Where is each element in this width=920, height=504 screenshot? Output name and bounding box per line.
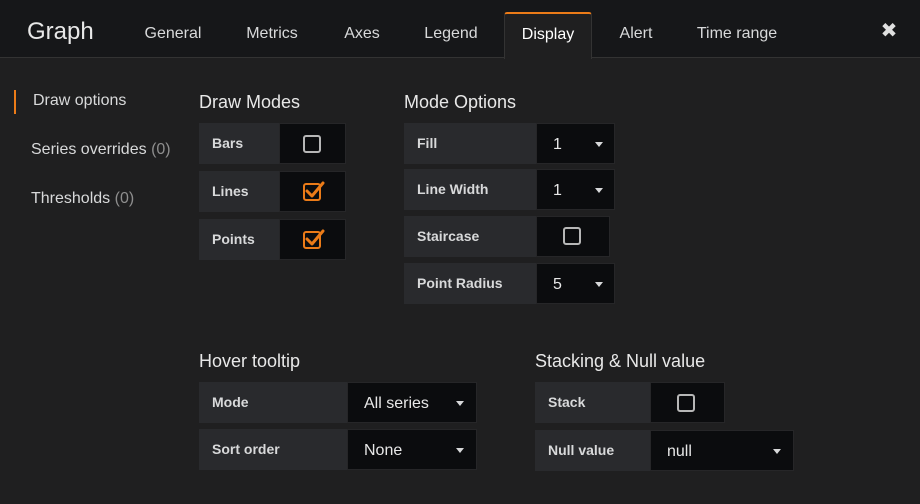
line-width-select[interactable]: 1	[536, 169, 615, 210]
null-value-row: Null value null	[535, 430, 794, 471]
stack-row: Stack	[535, 382, 725, 423]
lines-checkbox[interactable]	[303, 181, 325, 201]
close-icon[interactable]: ✖	[878, 20, 900, 42]
tab-alert[interactable]: Alert	[606, 12, 666, 58]
tab-metrics[interactable]: Metrics	[232, 12, 312, 58]
points-checkbox[interactable]	[303, 229, 325, 249]
tooltip-mode-select[interactable]: All series	[347, 382, 477, 423]
sort-order-value: None	[364, 442, 403, 459]
staircase-checkbox-cell	[536, 216, 610, 257]
mode-options-title: Mode Options	[404, 92, 517, 112]
chevron-down-icon	[595, 188, 603, 193]
lines-label: Lines	[199, 171, 279, 212]
fill-select[interactable]: 1	[536, 123, 615, 164]
null-value-label: Null value	[535, 430, 650, 471]
sidebar-item-thresholds[interactable]: Thresholds (0)	[14, 188, 134, 212]
sidebar-item-count: (0)	[114, 190, 135, 207]
point-radius-label: Point Radius	[404, 263, 536, 304]
staircase-label: Staircase	[404, 216, 536, 257]
points-row: Points	[199, 219, 346, 260]
sidebar-item-label: Series overrides	[31, 141, 147, 158]
null-value-select[interactable]: null	[650, 430, 794, 471]
bars-row: Bars	[199, 123, 346, 164]
panel-title: Graph	[27, 18, 94, 45]
fill-label: Fill	[404, 123, 536, 164]
chevron-down-icon	[456, 448, 464, 453]
tab-legend[interactable]: Legend	[412, 12, 490, 58]
sidebar-item-count: (0)	[151, 141, 171, 158]
lines-checkbox-cell	[279, 171, 346, 212]
tooltip-mode-value: All series	[364, 395, 429, 412]
point-radius-row: Point Radius 5	[404, 263, 615, 304]
checkmark-icon	[305, 229, 325, 246]
fill-row: Fill 1	[404, 123, 615, 164]
sidebar-item-series-overrides[interactable]: Series overrides (0)	[14, 139, 171, 163]
bars-label: Bars	[199, 123, 279, 164]
staircase-checkbox[interactable]	[563, 227, 581, 245]
chevron-down-icon	[456, 401, 464, 406]
line-width-label: Line Width	[404, 169, 536, 210]
tooltip-mode-label: Mode	[199, 382, 347, 423]
tooltip-mode-row: Mode All series	[199, 382, 477, 423]
lines-row: Lines	[199, 171, 346, 212]
points-label: Points	[199, 219, 279, 260]
tab-general[interactable]: General	[132, 12, 214, 58]
sidebar-item-label: Thresholds	[31, 190, 111, 207]
point-radius-select[interactable]: 5	[536, 263, 615, 304]
points-checkbox-cell	[279, 219, 346, 260]
chevron-down-icon	[773, 449, 781, 454]
bars-checkbox-cell	[279, 123, 346, 164]
sort-order-select[interactable]: None	[347, 429, 477, 470]
stack-checkbox-cell	[650, 382, 725, 423]
chevron-down-icon	[595, 282, 603, 287]
point-radius-value: 5	[553, 276, 562, 293]
tab-display[interactable]: Display	[504, 12, 592, 59]
staircase-row: Staircase	[404, 216, 610, 257]
sort-order-label: Sort order	[199, 429, 347, 470]
bars-checkbox[interactable]	[303, 135, 321, 153]
hover-tooltip-title: Hover tooltip	[199, 351, 301, 371]
line-width-row: Line Width 1	[404, 169, 615, 210]
fill-value: 1	[553, 136, 562, 153]
stack-checkbox[interactable]	[677, 394, 695, 412]
sidebar-item-label: Draw options	[33, 92, 127, 109]
null-value-value: null	[667, 443, 692, 460]
chevron-down-icon	[595, 142, 603, 147]
sort-order-row: Sort order None	[199, 429, 477, 470]
checkmark-icon	[305, 181, 325, 198]
tab-axes[interactable]: Axes	[330, 12, 394, 58]
panel-editor-header: Graph General Metrics Axes Legend Displa…	[0, 0, 920, 59]
line-width-value: 1	[553, 182, 562, 199]
stack-label: Stack	[535, 382, 650, 423]
tab-time-range[interactable]: Time range	[684, 12, 790, 58]
draw-modes-title: Draw Modes	[199, 92, 301, 112]
stacking-title: Stacking & Null value	[535, 351, 706, 371]
sidebar-item-draw-options[interactable]: Draw options	[14, 90, 126, 114]
